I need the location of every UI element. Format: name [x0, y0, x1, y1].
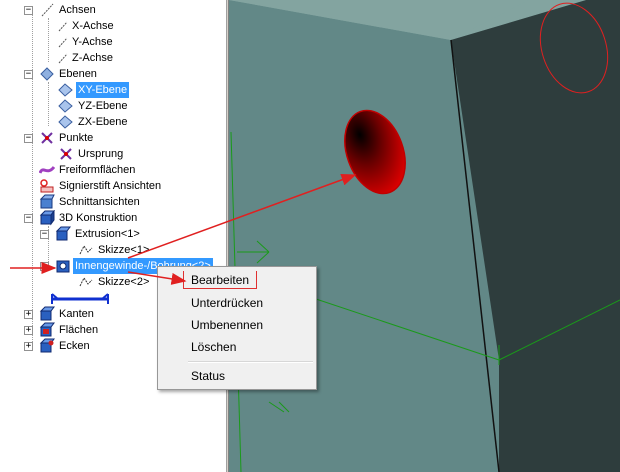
- tree-node-extrusion-1[interactable]: − Extrusion<1>: [40, 226, 142, 242]
- collapse-toggle[interactable]: −: [24, 5, 33, 15]
- tree-node-label: Flächen: [59, 324, 99, 336]
- collapse-toggle[interactable]: −: [40, 229, 49, 239]
- edge-icon: [39, 306, 55, 322]
- tree-connector: [48, 82, 49, 126]
- tree-connector: [48, 18, 49, 62]
- tree-node-label: Skizze<2>: [98, 276, 150, 288]
- plane-icon: [58, 82, 74, 98]
- section-view-icon: [39, 194, 55, 210]
- expand-toggle[interactable]: +: [24, 325, 33, 335]
- tree-node-label: Y-Achse: [72, 36, 113, 48]
- tree-node-ebenen[interactable]: − Ebenen: [24, 66, 99, 82]
- drill-hole: [344, 109, 406, 195]
- tree-node-label: Ursprung: [78, 148, 124, 160]
- menu-separator: [188, 361, 313, 363]
- point-icon: [39, 130, 55, 146]
- tree-node-punkte[interactable]: − Punkte: [24, 130, 95, 146]
- collapse-toggle[interactable]: −: [24, 213, 33, 223]
- tree-node-label: YZ-Ebene: [78, 100, 128, 112]
- tree-node-label: Kanten: [59, 308, 94, 320]
- tree-node-label: Ebenen: [59, 68, 97, 80]
- tree-node-label: 3D Konstruktion: [59, 212, 138, 224]
- rollback-bar-icon: [51, 293, 109, 304]
- sketch-line: [268, 401, 285, 413]
- collapse-toggle[interactable]: −: [40, 261, 49, 271]
- sketch-line: [278, 401, 290, 413]
- tree-node-kanten[interactable]: + Kanten: [24, 306, 96, 322]
- axis-icon: [58, 50, 68, 66]
- tree-node-label: X-Achse: [72, 20, 114, 32]
- tree-node-3d-konstruktion[interactable]: − 3D Konstruktion: [24, 209, 139, 226]
- vertex-icon: [39, 338, 55, 354]
- sketch-line: [288, 289, 500, 361]
- tree-node-skizze-1[interactable]: Skizze<1>: [78, 242, 151, 258]
- tree-node-y-achse[interactable]: Y-Achse: [58, 34, 115, 50]
- sketch-icon: [78, 274, 94, 290]
- menu-item-status[interactable]: Status: [191, 366, 225, 386]
- plane-icon: [58, 98, 74, 114]
- markup-pen-icon: [39, 178, 55, 194]
- feature-tree: − Achsen X-Achse Y-Achse Z-Achse − Ebene…: [0, 0, 226, 472]
- tree-node-label: Extrusion<1>: [75, 228, 140, 240]
- tree-connector: [32, 8, 33, 348]
- face-icon: [39, 322, 55, 338]
- tree-node-schnittansichten[interactable]: Schnittansichten: [39, 194, 142, 210]
- tree-node-z-achse[interactable]: Z-Achse: [58, 50, 115, 66]
- tree-node-label: Achsen: [59, 4, 96, 16]
- tree-node-zx-ebene[interactable]: ZX-Ebene: [58, 114, 130, 130]
- freeform-surface-icon: [38, 162, 56, 178]
- 3d-construction-icon: [39, 209, 55, 226]
- tree-node-ecken[interactable]: + Ecken: [24, 338, 92, 354]
- axis-icon: [39, 2, 55, 18]
- tree-node-x-achse[interactable]: X-Achse: [58, 18, 116, 34]
- tree-node-signierstift-ansichten[interactable]: Signierstift Ansichten: [39, 178, 163, 194]
- sketch-line: [256, 240, 270, 253]
- point-icon: [58, 146, 74, 162]
- tree-node-flaechen[interactable]: + Flächen: [24, 322, 100, 338]
- tree-node-ursprung[interactable]: Ursprung: [58, 146, 125, 162]
- tree-node-label: ZX-Ebene: [78, 116, 128, 128]
- expand-toggle[interactable]: +: [24, 341, 33, 351]
- tree-node-label: Z-Achse: [72, 52, 113, 64]
- tree-node-yz-ebene[interactable]: YZ-Ebene: [58, 98, 130, 114]
- tree-node-label: Ecken: [59, 340, 90, 352]
- axis-icon: [58, 18, 68, 34]
- menu-item-unterdruecken[interactable]: Unterdrücken: [191, 293, 263, 313]
- tree-node-label: Punkte: [59, 132, 94, 144]
- menu-item-umbenennen[interactable]: Umbenennen: [191, 315, 263, 335]
- right-face: [451, 0, 620, 472]
- sketch-line: [256, 251, 270, 264]
- tree-node-label: Skizze<1>: [98, 244, 150, 256]
- tree-node-label: Signierstift Ansichten: [59, 180, 162, 192]
- tree-node-freiformflaechen[interactable]: Freiformflächen: [38, 162, 137, 178]
- extrusion-icon: [55, 226, 71, 242]
- plane-icon: [58, 114, 74, 130]
- menu-item-highlight-box: [183, 271, 257, 289]
- menu-item-loeschen[interactable]: Löschen: [191, 337, 236, 357]
- tree-node-achsen[interactable]: − Achsen: [24, 2, 98, 18]
- expand-toggle[interactable]: +: [24, 309, 33, 319]
- tree-node-xy-ebene[interactable]: XY-Ebene: [58, 82, 130, 98]
- 3d-viewport[interactable]: [229, 0, 620, 472]
- tree-node-label-selected: XY-Ebene: [76, 82, 130, 98]
- axis-icon: [58, 34, 68, 50]
- hole-icon: [55, 258, 71, 274]
- tree-node-label: Freiformflächen: [59, 164, 136, 176]
- sketch-icon: [78, 242, 94, 258]
- 3d-model-view: [229, 0, 620, 472]
- tree-node-skizze-2[interactable]: Skizze<2>: [78, 274, 151, 290]
- tree-node-label: Schnittansichten: [59, 196, 140, 208]
- collapse-toggle[interactable]: −: [24, 69, 33, 79]
- rollback-bar[interactable]: [50, 291, 110, 307]
- plane-icon: [39, 66, 55, 82]
- collapse-toggle[interactable]: −: [24, 133, 33, 143]
